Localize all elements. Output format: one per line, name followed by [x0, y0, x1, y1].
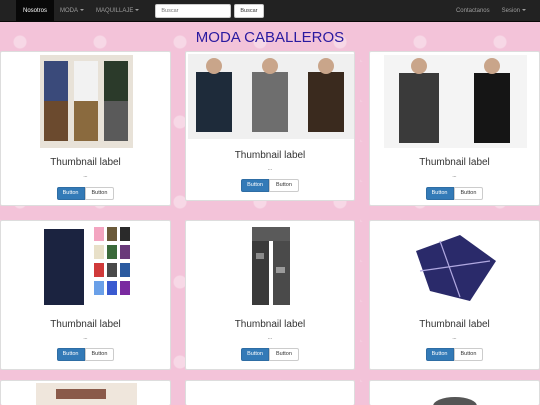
thumbnail-label: Thumbnail label — [419, 319, 490, 330]
secondary-button[interactable]: Button — [269, 179, 299, 192]
secondary-button[interactable]: Button — [453, 187, 484, 200]
button-group: Button Button — [370, 348, 539, 361]
primary-button[interactable]: Button — [425, 348, 454, 361]
button-group: Button Button — [1, 187, 170, 200]
secondary-button[interactable]: Button — [84, 187, 115, 200]
thumbnail-caption: ... — [452, 335, 457, 341]
button-group: Button Button — [186, 348, 354, 361]
thumbnail-caption: ... — [83, 173, 88, 179]
search-button[interactable]: Buscar — [234, 3, 264, 18]
top-navbar: Nosotros MODA MAQUILLAJE Buscar Contacta… — [0, 0, 540, 22]
product-card: Thumbnail label ... Button Button — [369, 220, 540, 370]
thumbnail-label: Thumbnail label — [234, 319, 306, 330]
thumbnail-label: Thumbnail label — [50, 157, 121, 168]
product-image-hat — [425, 393, 485, 405]
secondary-button[interactable]: Button — [84, 348, 115, 361]
product-card — [369, 380, 540, 405]
product-image-jackets — [188, 54, 354, 139]
thumbnail-label: Thumbnail label — [234, 150, 306, 161]
product-card — [185, 380, 355, 405]
nav-maquillaje-dropdown[interactable]: MAQUILLAJE — [90, 0, 145, 22]
product-card: Thumbnail label ... Button Button — [0, 220, 171, 370]
secondary-button[interactable]: Button — [453, 348, 484, 361]
search-input[interactable] — [155, 3, 232, 18]
product-image-camo-pants — [234, 223, 308, 309]
nav-sesion-dropdown[interactable]: Sesion — [496, 0, 532, 22]
button-group: Button Button — [1, 348, 170, 361]
thumbnail-caption: ... — [83, 335, 88, 341]
nav-nosotros[interactable]: Nosotros — [16, 0, 55, 22]
nav-right: Contactanos Sesion — [450, 0, 532, 22]
primary-button[interactable]: Button — [241, 348, 269, 361]
primary-button[interactable]: Button — [241, 179, 269, 192]
thumbnail-caption: ... — [452, 173, 457, 179]
product-card: Thumbnail label ... Button Button — [0, 51, 171, 206]
secondary-button[interactable]: Button — [269, 348, 299, 361]
nav-sesion-label: Sesion — [501, 7, 520, 14]
caret-down-icon — [135, 8, 140, 11]
product-image-dress-shirts — [40, 223, 133, 309]
product-card: Thumbnail label ... Button Button — [369, 51, 540, 206]
product-image-accessories — [36, 383, 137, 405]
primary-button[interactable]: Button — [56, 187, 85, 200]
primary-button[interactable]: Button — [56, 348, 85, 361]
nav-moda-label: MODA — [60, 7, 79, 14]
caret-down-icon — [80, 8, 85, 11]
thumbnail-label: Thumbnail label — [50, 319, 121, 330]
thumbnail-label: Thumbnail label — [419, 157, 490, 168]
product-image-coats — [384, 55, 527, 148]
caret-down-icon — [522, 8, 526, 11]
product-card: Thumbnail label ... Button Button — [185, 220, 355, 370]
thumbnail-caption: ... — [267, 335, 273, 341]
primary-button[interactable]: Button — [425, 187, 454, 200]
button-group: Button Button — [370, 187, 539, 200]
product-image-plaid-shirts — [40, 55, 133, 148]
nav-contactanos[interactable]: Contactanos — [450, 0, 496, 22]
product-image-scarf — [410, 231, 500, 306]
product-card — [0, 380, 171, 405]
nav-moda-dropdown[interactable]: MODA — [54, 0, 90, 22]
button-group: Button Button — [186, 179, 354, 192]
page-title: MODA CABALLEROS — [195, 29, 345, 46]
nav-maquillaje-label: MAQUILLAJE — [96, 7, 134, 14]
thumbnail-caption: ... — [267, 166, 273, 172]
product-card: Thumbnail label ... Button Button — [185, 51, 355, 201]
